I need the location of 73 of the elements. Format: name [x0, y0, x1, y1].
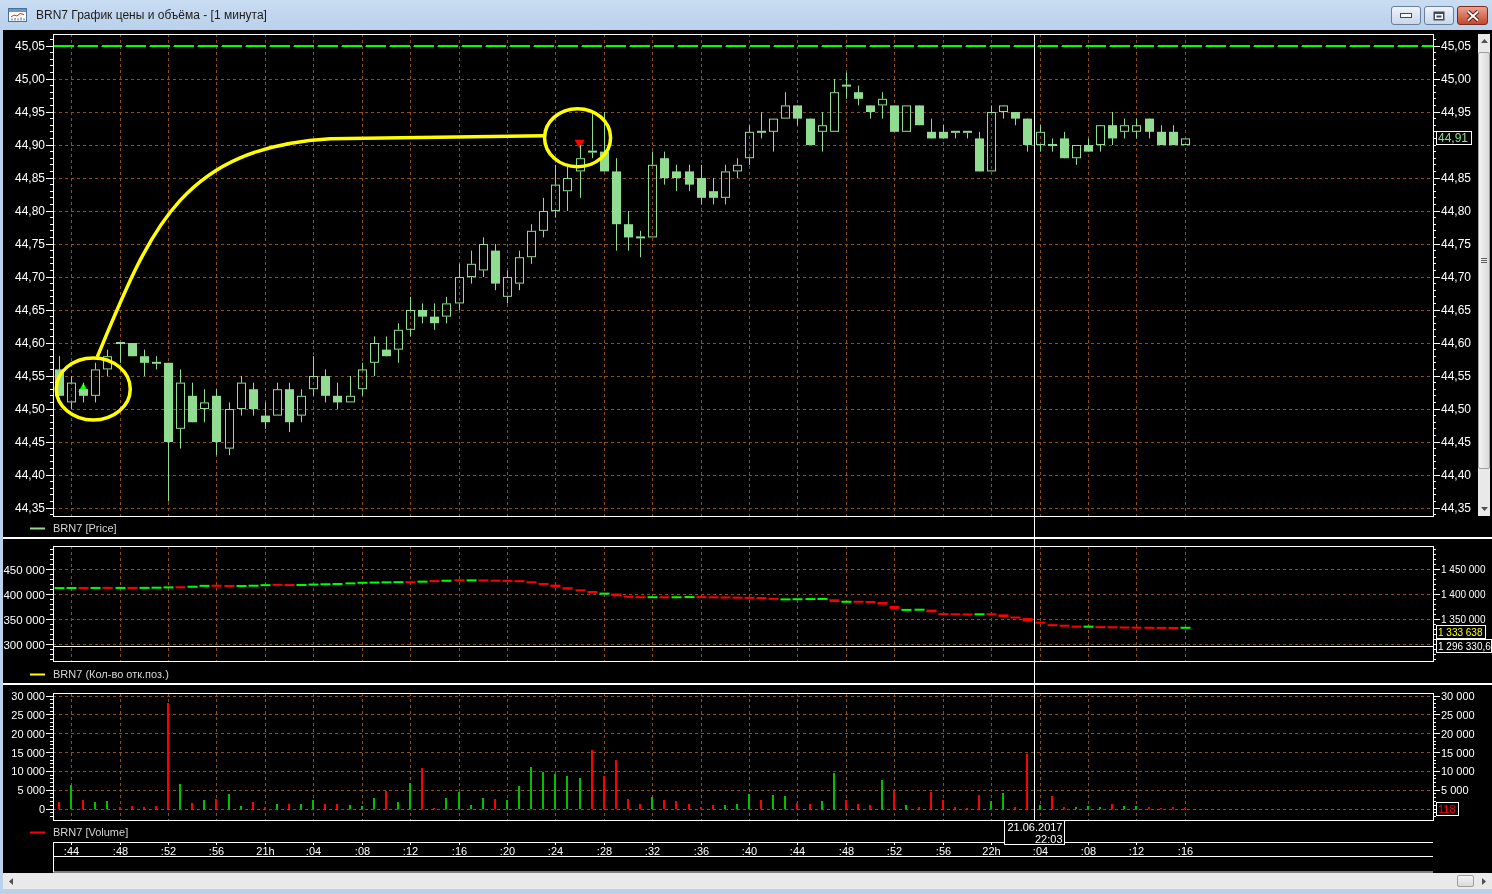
axis-label: 30 000: [1441, 690, 1475, 702]
axis-label: 5 000: [1441, 784, 1469, 797]
time-label: :04: [1032, 844, 1049, 857]
axis-label: 44,60: [1441, 336, 1472, 350]
current-value-label: 118: [1436, 802, 1459, 816]
time-label: :12: [402, 844, 419, 857]
axis-label: 45,00: [14, 72, 45, 86]
axis-label: 44,95: [14, 105, 45, 119]
axis-label: 15 000: [11, 746, 45, 759]
time-label: :08: [354, 844, 371, 857]
time-label: :16: [451, 844, 468, 857]
axis-label: 44,55: [1441, 369, 1472, 383]
axis-label: 10 000: [11, 765, 45, 778]
time-label: :56: [935, 844, 952, 857]
time-label: :44: [789, 844, 806, 857]
time-label: :24: [547, 844, 564, 857]
axis-label: 44,55: [14, 369, 45, 383]
axis-label: 45,00: [1441, 72, 1472, 86]
axis-label: 44,80: [14, 204, 45, 218]
time-label: :20: [499, 844, 516, 857]
axis-label: 44,35: [1441, 501, 1472, 515]
axis-label: 44,50: [1441, 402, 1472, 416]
time-label: :32: [644, 844, 661, 857]
axis-label: 44,45: [14, 435, 45, 449]
axis-label: 44,45: [1441, 435, 1472, 449]
axis-label: 44,40: [1441, 468, 1472, 482]
time-label: :56: [208, 844, 225, 857]
axis-label: 5 000: [17, 784, 45, 797]
legend-label: BRN7 [Volume]: [53, 826, 129, 838]
axis-label: 30 000: [11, 690, 45, 702]
axis-label: 15 000: [1441, 746, 1475, 759]
axis-label: 45,05: [1441, 39, 1472, 53]
axis-label: 20 000: [11, 727, 45, 740]
axis-label: 44,50: [14, 402, 45, 416]
time-label: :36: [693, 844, 710, 857]
axis-label: 44,85: [1441, 171, 1472, 185]
axis-label: 44,35: [14, 501, 45, 515]
axis-label: 25 000: [1441, 708, 1475, 721]
axis-label: 44,95: [1441, 105, 1472, 119]
axis-label: 25 000: [11, 708, 45, 721]
axis-label: 44,80: [1441, 204, 1472, 218]
time-label: 21h: [256, 844, 275, 857]
time-label: :12: [1128, 844, 1145, 857]
axis-label: 20 000: [1441, 727, 1475, 740]
time-label: :44: [63, 844, 80, 857]
axis-label: 10 000: [1441, 765, 1475, 778]
axis-label: 44,75: [1441, 237, 1472, 251]
axis-label: 44,75: [14, 237, 45, 251]
time-label: :52: [160, 844, 177, 857]
axis-label: 44,40: [14, 468, 45, 482]
time-label: :16: [1177, 844, 1194, 857]
crosshair-label: 21.06.2017 22:03: [1004, 820, 1065, 845]
time-label: :48: [112, 844, 129, 857]
time-label: 22h: [982, 844, 1001, 857]
time-label: :48: [838, 844, 855, 857]
axis-label: 45,05: [14, 39, 45, 53]
axis-label: 44,70: [14, 270, 45, 284]
axis-label: 44,70: [1441, 270, 1472, 284]
time-label: :04: [305, 844, 322, 857]
axis-label: 44,65: [1441, 303, 1472, 317]
current-value-label: 44,91: [1436, 131, 1472, 145]
axis-label: 0: [38, 803, 45, 815]
time-label: :52: [886, 844, 903, 857]
window-title: BRN7 График цены и объёма - [1 минута]: [36, 8, 267, 22]
axis-label: 44,90: [14, 138, 45, 152]
axis-label: 44,85: [14, 171, 45, 185]
time-label: :28: [596, 844, 613, 857]
time-label: :08: [1080, 844, 1097, 857]
legend-label: BRN7 (Кол-во отк.поз.): [53, 668, 169, 680]
axis-label: 44,65: [14, 303, 45, 317]
time-label: :40: [741, 844, 758, 857]
legend-label: BRN7 [Price]: [53, 522, 117, 534]
axis-label: 44,60: [14, 336, 45, 350]
